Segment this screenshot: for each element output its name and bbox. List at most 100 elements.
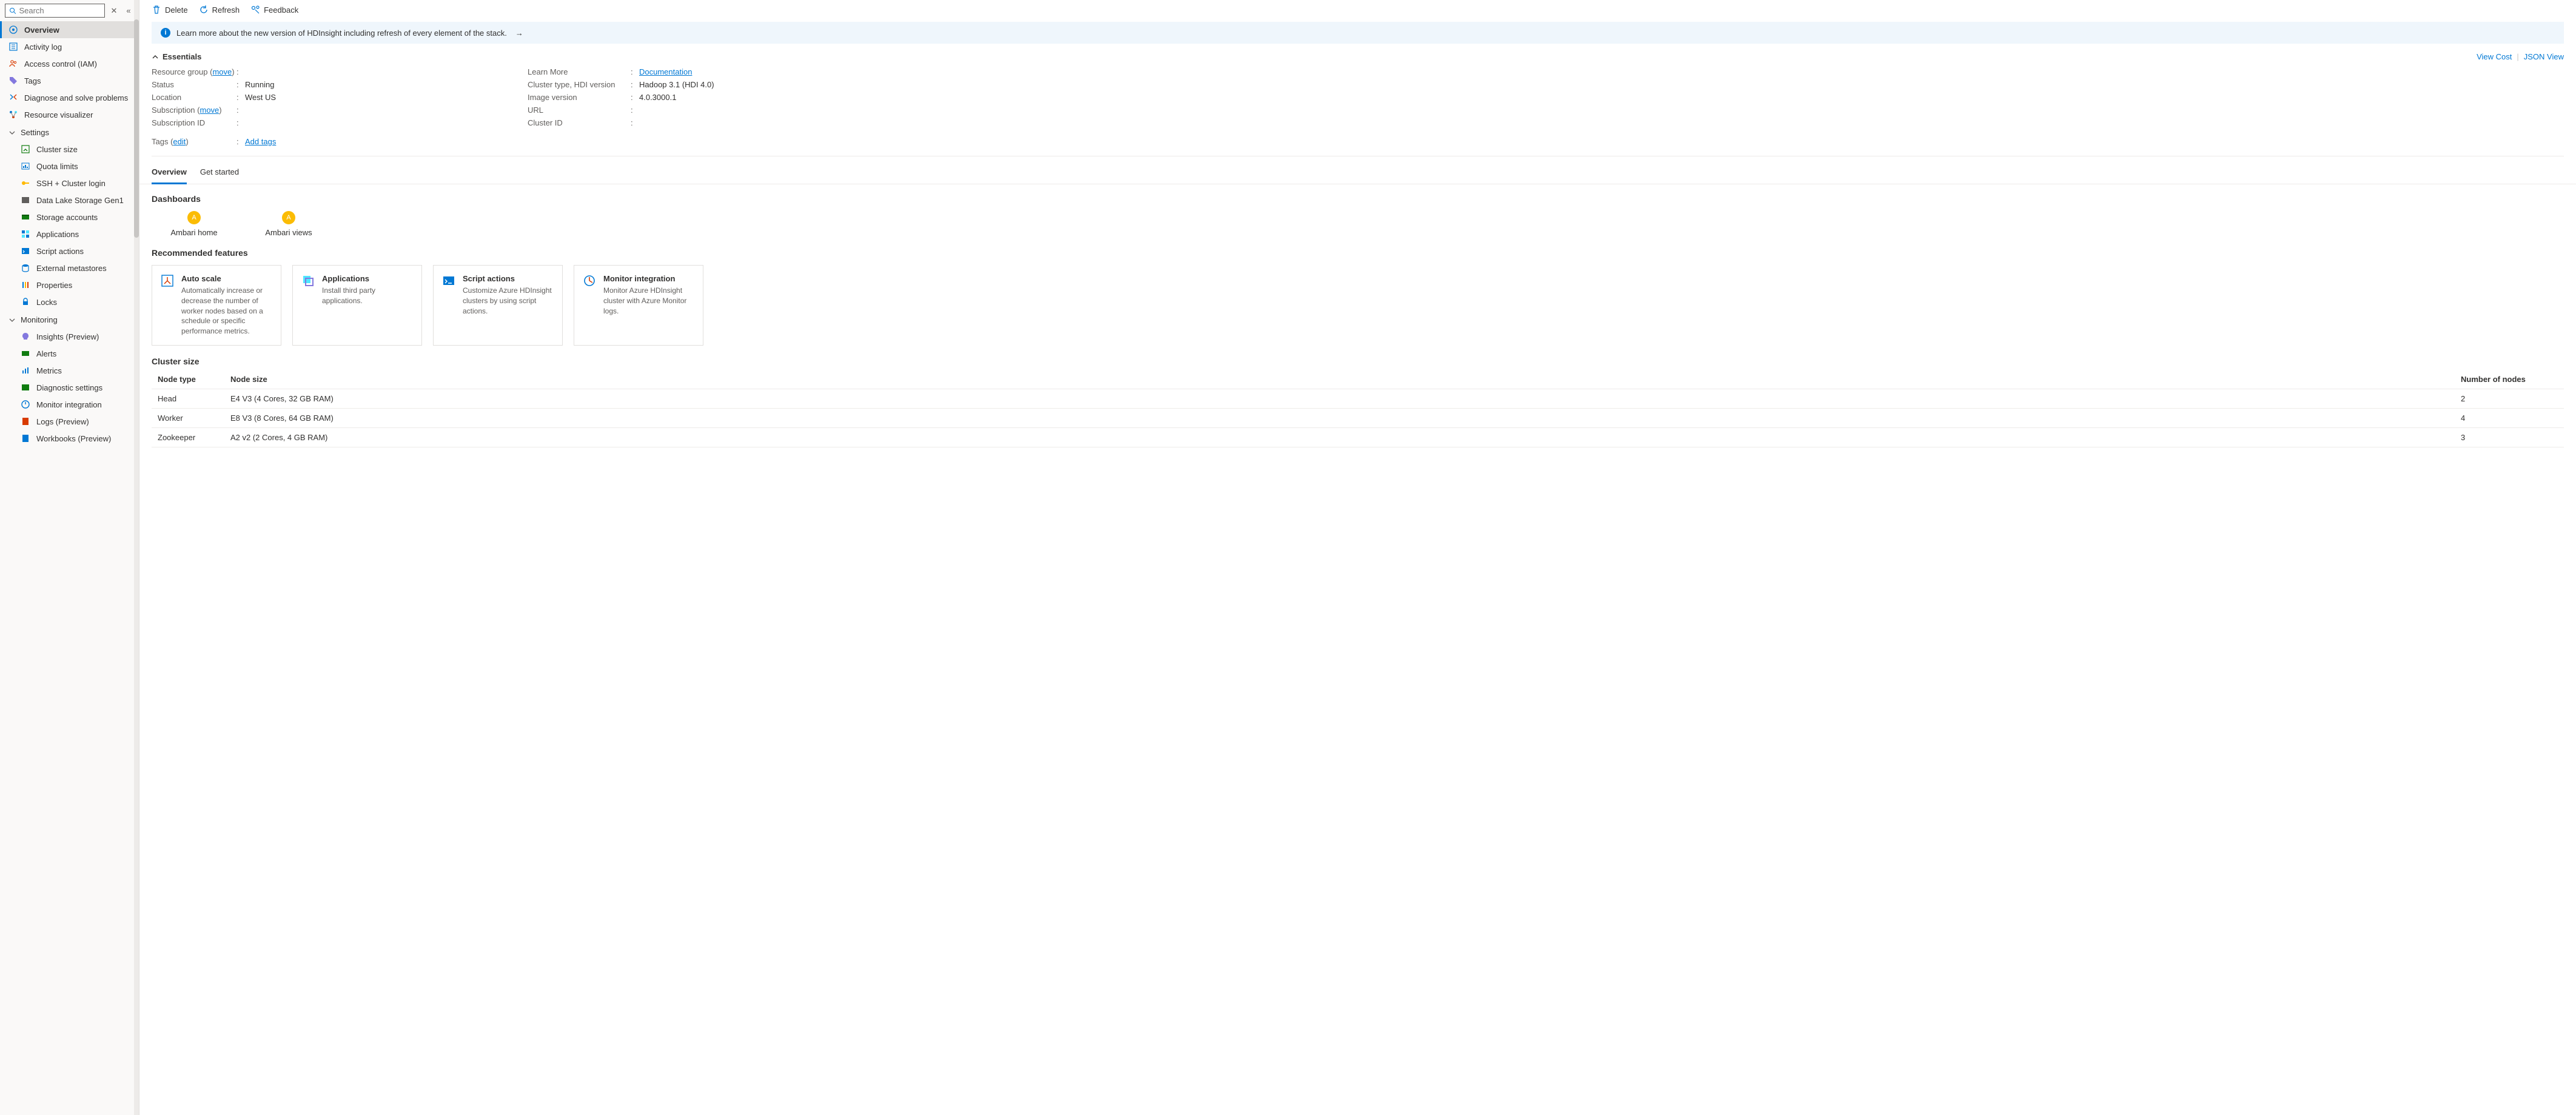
refresh-button[interactable]: Refresh [199,5,240,15]
sidebar-item-label: Diagnostic settings [36,383,102,392]
sidebar-item-workbooks[interactable]: Workbooks (Preview) [0,430,139,447]
json-view-link[interactable]: JSON View [2524,52,2564,61]
col-node-size: Node size [230,375,2461,384]
essentials-toggle[interactable]: Essentials [152,52,201,61]
applications-card-icon [301,274,315,287]
refresh-icon [199,5,209,15]
sidebar-group-monitoring[interactable]: Monitoring [0,310,139,328]
access-control-icon [8,59,18,69]
auto-scale-icon [161,274,174,287]
sidebar-item-alerts[interactable]: Alerts [0,345,139,362]
cell-node-type: Worker [158,414,230,423]
search-box[interactable] [5,4,105,18]
chevron-down-icon [8,129,16,136]
sidebar-item-access-control[interactable]: Access control (IAM) [0,55,139,72]
sidebar-scrollbar-thumb[interactable] [134,19,139,238]
cell-node-type: Zookeeper [158,433,230,442]
sidebar-item-external-metastores[interactable]: External metastores [0,259,139,276]
sidebar-item-tags[interactable]: Tags [0,72,139,89]
metastore-icon [21,263,30,273]
tab-overview[interactable]: Overview [152,164,187,184]
feature-card-monitor-integration[interactable]: Monitor integration Monitor Azure HDInsi… [574,265,703,346]
storage-icon [21,212,30,222]
sidebar-group-settings[interactable]: Settings [0,123,139,141]
feature-card-auto-scale[interactable]: Auto scale Automatically increase or dec… [152,265,281,346]
monitor-icon [21,400,30,409]
view-cost-link[interactable]: View Cost [2477,52,2512,61]
card-desc: Monitor Azure HDInsight cluster with Azu… [603,286,694,316]
card-desc: Install third party applications. [322,286,413,306]
cell-num-nodes: 2 [2461,394,2558,403]
diagnose-icon [8,93,18,102]
sidebar-item-properties[interactable]: Properties [0,276,139,293]
sidebar-item-storage-accounts[interactable]: Storage accounts [0,209,139,226]
overview-icon [8,25,18,35]
ambari-views-icon: A [282,211,295,224]
sidebar-item-monitor-integration[interactable]: Monitor integration [0,396,139,413]
subscription-move-link[interactable]: move [200,105,220,115]
collapse-sidebar-button[interactable]: « [123,6,134,15]
sidebar-item-script-actions[interactable]: Script actions [0,243,139,259]
feature-card-applications[interactable]: Applications Install third party applica… [292,265,422,346]
feedback-button[interactable]: Feedback [250,5,298,15]
dashboard-ambari-home[interactable]: A Ambari home [164,211,224,237]
cluster-id-label: Cluster ID [528,118,631,127]
sidebar-item-quota-limits[interactable]: Quota limits [0,158,139,175]
essentials-title: Essentials [163,52,201,61]
info-banner[interactable]: i Learn more about the new version of HD… [152,22,2564,44]
ambari-home-icon: A [187,211,201,224]
sidebar-item-overview[interactable]: Overview [0,21,139,38]
cluster-type-value: Hadoop 3.1 (HDI 4.0) [639,80,714,89]
delete-icon [152,5,161,15]
sidebar-item-diagnostic-settings[interactable]: Diagnostic settings [0,379,139,396]
sidebar-item-cluster-size[interactable]: Cluster size [0,141,139,158]
sidebar-item-label: Cluster size [36,145,78,154]
sidebar-item-label: Insights (Preview) [36,332,99,341]
search-input[interactable] [19,6,101,15]
sidebar-item-label: Storage accounts [36,213,98,222]
sidebar-item-label: Applications [36,230,79,239]
arrow-right-icon: → [515,28,523,38]
clear-search-button[interactable]: ✕ [109,6,119,16]
sidebar-item-logs[interactable]: Logs (Preview) [0,413,139,430]
delete-button[interactable]: Delete [152,5,188,15]
sidebar-item-resource-visualizer[interactable]: Resource visualizer [0,106,139,123]
tab-get-started[interactable]: Get started [200,164,239,184]
lock-icon [21,297,30,307]
delete-label: Delete [165,5,188,15]
sidebar-item-label: Logs (Preview) [36,417,89,426]
feature-card-script-actions[interactable]: Script actions Customize Azure HDInsight… [433,265,563,346]
card-desc: Customize Azure HDInsight clusters by us… [463,286,554,316]
alerts-icon [21,349,30,358]
sidebar-group-label: Monitoring [21,315,58,324]
refresh-label: Refresh [212,5,240,15]
sidebar-item-ssh-login[interactable]: SSH + Cluster login [0,175,139,192]
resource-visualizer-icon [8,110,18,119]
sidebar-item-diagnose[interactable]: Diagnose and solve problems [0,89,139,106]
cluster-size-title: Cluster size [139,354,2576,370]
dashboard-ambari-views[interactable]: A Ambari views [258,211,319,237]
sidebar-item-insights[interactable]: Insights (Preview) [0,328,139,345]
sidebar-item-locks[interactable]: Locks [0,293,139,310]
diagnostic-icon [21,383,30,392]
sidebar-item-data-lake[interactable]: Data Lake Storage Gen1 [0,192,139,209]
resource-group-move-link[interactable]: move [212,67,232,76]
sidebar-item-label: Data Lake Storage Gen1 [36,196,124,205]
chevron-up-icon [152,53,159,61]
script-icon [21,246,30,256]
table-row: Zookeeper A2 v2 (2 Cores, 4 GB RAM) 3 [152,428,2564,447]
activity-log-icon [8,42,18,52]
image-version-value: 4.0.3000.1 [639,93,676,102]
table-row: Worker E8 V3 (8 Cores, 64 GB RAM) 4 [152,409,2564,428]
search-icon [9,7,16,15]
add-tags-link[interactable]: Add tags [245,137,276,146]
sidebar-item-label: Diagnose and solve problems [24,93,128,102]
sidebar-item-metrics[interactable]: Metrics [0,362,139,379]
sidebar-item-activity-log[interactable]: Activity log [0,38,139,55]
tags-edit-link[interactable]: edit [173,137,186,146]
monitor-card-icon [583,274,596,287]
documentation-link[interactable]: Documentation [639,67,692,76]
sidebar-item-applications[interactable]: Applications [0,226,139,243]
card-desc: Automatically increase or decrease the n… [181,286,272,337]
tags-label: Tags [152,137,168,146]
